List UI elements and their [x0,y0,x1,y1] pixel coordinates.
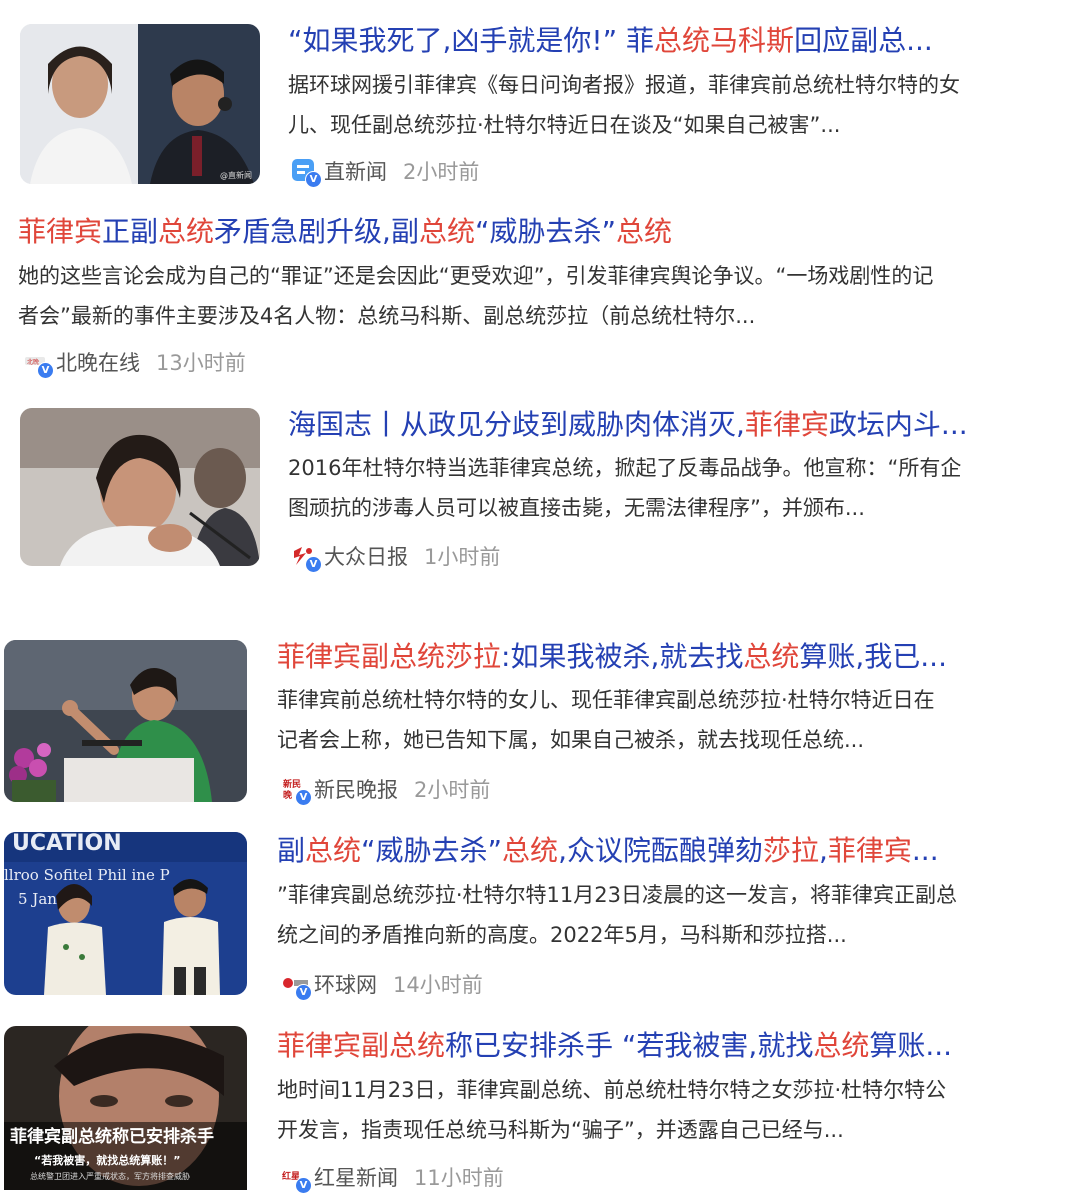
title-highlight: 莎拉 [762,834,819,867]
thumbnail-image-3[interactable] [20,408,260,566]
title-highlight: 菲律宾副总统 [277,1029,446,1062]
snippet-line: 开发言，指责现任总统马科斯为“骗子”，并透露自己已经与... [277,1118,844,1142]
verified-badge-icon: V [295,789,312,806]
title-text: 正副 [102,215,159,248]
snippet-line: 记者会上称，她已告知下属，如果自己被杀，就去找现任总统... [277,728,865,752]
title-text: “威胁去杀” [474,215,616,248]
title-text: “如果我死了,凶手就是你!” 菲 [288,24,655,57]
thumbnail-image-4[interactable] [4,640,247,802]
publish-time: 1小时前 [424,545,501,569]
thumbnail-image-5[interactable]: UCATION llroo Sofitel Phil ine P 5 Janu … [4,832,247,995]
snippet-line: 者会”最新的事件主要涉及4名人物：总统马科斯、副总统莎拉（前总统杜特尔... [18,304,756,328]
result-title-2[interactable]: 菲律宾正副总统矛盾急剧升级,副总统“威胁去杀”总统 [18,213,672,251]
source-name[interactable]: 环球网 [314,969,377,999]
source-logo-icon: 北晚 V [22,347,54,379]
title-text: 算账,我已... [799,640,947,673]
result-snippet-5: ”菲律宾副总统莎拉·杜特尔特11月23日凌晨的这一发言，将菲律宾正副总 统之间的… [277,875,1077,955]
publish-time: 2小时前 [403,160,480,184]
source-logo-icon: V [280,969,312,1001]
title-highlight: 总统 [502,834,559,867]
title-highlight: 总统 [615,215,672,248]
title-text: ,众议院酝酿弹劾 [558,834,763,867]
thumbnail-caption: UCATION [12,832,122,856]
title-text: 副 [277,834,306,867]
svg-text:北晚: 北晚 [27,358,39,366]
snippet-line: 菲律宾前总统杜特尔特的女儿、现任菲律宾副总统莎拉·杜特尔特近日在 [277,688,935,712]
result-meta-3: V 大众日报 1小时前 [290,541,501,573]
publish-time: 14小时前 [393,973,483,997]
svg-text:新民: 新民 [283,778,301,790]
result-meta-6: 红星 V 红星新闻 11小时前 [280,1162,504,1194]
result-meta-4: 新民晚 V 新民晚报 2小时前 [280,774,491,806]
result-snippet-4: 菲律宾前总统杜特尔特的女儿、现任菲律宾副总统莎拉·杜特尔特近日在 记者会上称，她… [277,680,1067,760]
title-text: 矛盾急剧升级,副 [214,215,419,248]
title-text: ... [911,834,939,867]
source-name[interactable]: 新民晚报 [314,774,398,804]
title-highlight: 总统 [743,640,800,673]
thumbnail-watermark: @直新闻 [220,170,252,180]
verified-badge-icon: V [37,362,54,379]
snippet-line: 图顽抗的涉毒人员可以被直接击毙，无需法律程序”，并颁布... [288,496,865,520]
result-snippet-3: 2016年杜特尔特当选菲律宾总统，掀起了反毒品战争。他宣称：“所有企 图顽抗的涉… [288,448,1068,528]
result-meta-2: 北晚 V 北晚在线 13小时前 [22,347,246,379]
thumbnail-caption: 总统警卫团进入严重戒状态，军方将排查威胁 [30,1171,190,1181]
verified-badge-icon: V [295,1177,312,1194]
title-highlight: 菲律宾 [827,834,912,867]
snippet-line: 地时间11月23日，菲律宾副总统、前总统杜特尔特之女莎拉·杜特尔特公 [277,1078,947,1102]
source-name[interactable]: 大众日报 [324,541,408,571]
title-highlight: 总统 [418,215,475,248]
snippet-line: 儿、现任副总统莎拉·杜特尔特近日在谈及“如果自己被害”... [288,113,841,137]
verified-badge-icon: V [295,984,312,1001]
title-text: 政坛内斗... [828,408,968,441]
result-meta-5: V 环球网 14小时前 [280,969,483,1001]
snippet-line: ”菲律宾副总统莎拉·杜特尔特11月23日凌晨的这一发言，将菲律宾正副总 [277,883,957,907]
title-highlight: 总统马科斯 [654,24,795,57]
thumbnail-caption: llroo Sofitel Phil ine P [4,866,170,884]
thumbnail-caption: 菲律宾副总统称已安排杀手 [10,1126,214,1147]
source-logo-icon: 红星 V [280,1162,312,1194]
title-text: “威胁去杀” [361,834,503,867]
publish-time: 2小时前 [414,778,491,802]
title-text: :如果我被杀,就去找 [501,640,744,673]
verified-badge-icon: V [305,556,322,573]
title-highlight: 菲律宾 [18,215,103,248]
title-highlight: 菲律宾副总统莎拉 [277,640,502,673]
result-snippet-2: 她的这些言论会成为自己的“罪证”还是会因此“更受欢迎”，引发菲律宾舆论争议。“一… [18,256,1068,336]
verified-badge-icon: V [305,171,322,188]
thumbnail-image-6[interactable]: 菲律宾副总统称已安排杀手 “若我被害，就找总统算账！” 总统警卫团进入严重戒状态… [4,1026,247,1190]
title-text: 海国志丨从政见分歧到威胁肉体消灭, [288,408,745,441]
publish-time: 13小时前 [156,351,246,375]
title-text: , [818,834,828,867]
result-snippet-1: 据环球网援引菲律宾《每日问询者报》报道，菲律宾前总统杜特尔特的女 儿、现任副总统… [288,65,1068,145]
title-text: 算账... [869,1029,953,1062]
source-logo-icon: V [290,541,322,573]
title-text: 称已安排杀手 “若我被害,就找 [445,1029,814,1062]
result-title-1[interactable]: “如果我死了,凶手就是你!” 菲总统马科斯回应副总... [288,22,933,60]
result-title-3[interactable]: 海国志丨从政见分歧到威胁肉体消灭,菲律宾政坛内斗... [288,406,968,444]
snippet-line: 她的这些言论会成为自己的“罪证”还是会因此“更受欢迎”，引发菲律宾舆论争议。“一… [18,264,934,288]
source-name[interactable]: 直新闻 [324,156,387,186]
source-logo-icon: 新民晚 V [280,774,312,806]
source-name[interactable]: 北晚在线 [56,347,140,377]
result-title-5[interactable]: 副总统“威胁去杀”总统,众议院酝酿弹劾莎拉,菲律宾... [277,832,939,870]
title-highlight: 总统 [813,1029,870,1062]
title-highlight: 菲律宾 [744,408,829,441]
result-meta-1: V 直新闻 2小时前 [290,156,480,188]
title-highlight: 总统 [158,215,215,248]
title-highlight: 总统 [305,834,362,867]
result-title-4[interactable]: 菲律宾副总统莎拉:如果我被杀,就去找总统算账,我已... [277,638,947,676]
title-text: 回应副总... [794,24,933,57]
snippet-line: 统之间的矛盾推向新的高度。2022年5月，马科斯和莎拉搭... [277,923,847,947]
thumbnail-image-1[interactable]: @直新闻 [20,24,260,184]
publish-time: 11小时前 [414,1166,504,1190]
snippet-line: 据环球网援引菲律宾《每日问询者报》报道，菲律宾前总统杜特尔特的女 [288,73,960,97]
snippet-line: 2016年杜特尔特当选菲律宾总统，掀起了反毒品战争。他宣称：“所有企 [288,456,962,480]
result-title-6[interactable]: 菲律宾副总统称已安排杀手 “若我被害,就找总统算账... [277,1027,952,1065]
result-snippet-6: 地时间11月23日，菲律宾副总统、前总统杜特尔特之女莎拉·杜特尔特公 开发言，指… [277,1070,1072,1150]
source-name[interactable]: 红星新闻 [314,1162,398,1192]
source-logo-icon: V [290,156,322,188]
svg-text:晚: 晚 [283,789,292,801]
thumbnail-caption: “若我被害，就找总统算账！” [34,1153,180,1167]
